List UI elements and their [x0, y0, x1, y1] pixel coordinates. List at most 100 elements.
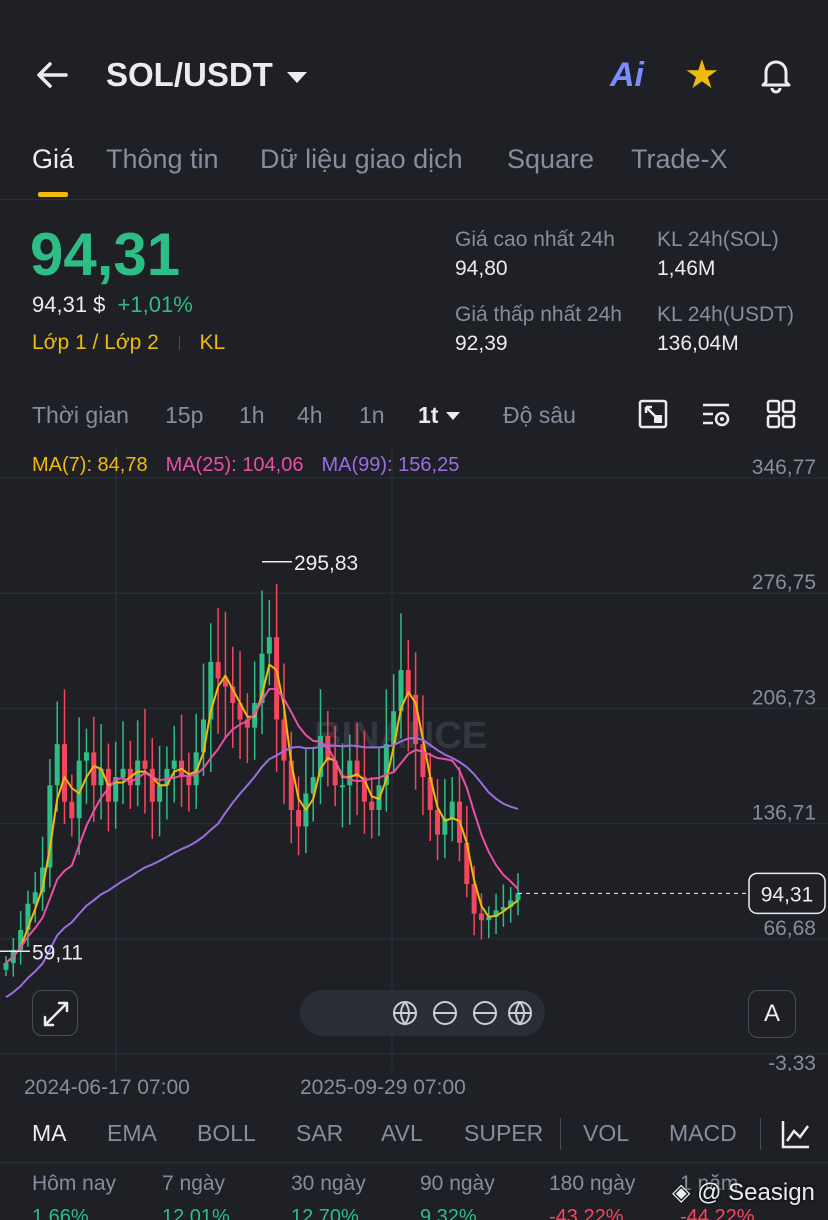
- indicator-avl[interactable]: AVL: [381, 1120, 423, 1147]
- indicator-super[interactable]: SUPER: [464, 1120, 543, 1147]
- x-axis-label-mid: 2025-09-29 07:00: [300, 1076, 466, 1099]
- timeframe-1h[interactable]: 1h: [239, 402, 265, 429]
- indicator-boll[interactable]: BOLL: [197, 1120, 256, 1147]
- perf-30d-label: 30 ngày: [291, 1172, 366, 1195]
- candle-body: [449, 801, 455, 819]
- pair-selector[interactable]: SOL/USDT: [106, 56, 307, 94]
- low-24h-label: Giá thấp nhất 24h: [455, 303, 622, 326]
- indicator-vol[interactable]: VOL: [583, 1120, 629, 1147]
- chart-tool-strip[interactable]: [300, 990, 545, 1036]
- indicator-macd[interactable]: MACD: [669, 1120, 737, 1147]
- candle-body: [142, 760, 148, 769]
- timeframe-4h[interactable]: 4h: [297, 402, 323, 429]
- auto-scale-button[interactable]: A: [748, 990, 796, 1038]
- chevron-down-icon: [446, 411, 461, 420]
- tab-trade-x[interactable]: Trade-X: [631, 144, 728, 175]
- back-arrow-icon[interactable]: [32, 55, 72, 95]
- candle-body: [515, 893, 521, 901]
- tab-square[interactable]: Square: [507, 144, 594, 175]
- timeframe-time[interactable]: Thời gian: [32, 402, 129, 429]
- candle-body: [171, 760, 177, 769]
- pair-name: SOL/USDT: [106, 56, 273, 93]
- price-change: +1,01%: [117, 292, 193, 317]
- tab-price[interactable]: Giá: [32, 144, 74, 175]
- vol-sol-label: KL 24h(SOL): [657, 228, 779, 251]
- perf-1y-value: -44,22%: [680, 1206, 755, 1220]
- timeframe-1month-label: 1t: [418, 402, 439, 428]
- candle-body: [83, 752, 89, 761]
- vol-usdt-label: KL 24h(USDT): [657, 303, 794, 326]
- candles: [3, 583, 521, 977]
- y-axis-label: 206,73: [752, 686, 816, 709]
- high-24h-value: 94,80: [455, 257, 508, 280]
- y-axis-label: 136,71: [752, 802, 816, 825]
- indicator-sar[interactable]: SAR: [296, 1120, 343, 1147]
- chart-settings-icon[interactable]: [700, 398, 732, 430]
- candle-body: [405, 670, 411, 695]
- ma25-legend: MA(25): 104,06: [165, 454, 304, 476]
- star-icon[interactable]: ★: [684, 52, 720, 98]
- perf-90d-label: 90 ngày: [420, 1172, 495, 1195]
- candle-body: [157, 785, 163, 802]
- candle-body: [369, 801, 375, 810]
- perf-180d-value: -43,22%: [549, 1206, 624, 1220]
- candle-body: [347, 760, 353, 786]
- tab-info[interactable]: Thông tin: [106, 144, 219, 175]
- ai-icon[interactable]: Ai: [610, 56, 644, 95]
- ma7-legend: MA(7): 84,78: [32, 454, 148, 476]
- tag-divider: [178, 336, 180, 351]
- main-tabs: Giá Thông tin Dữ liệu giao dịch Square T…: [0, 140, 828, 200]
- bell-icon[interactable]: [756, 54, 796, 94]
- candle-body: [435, 809, 441, 835]
- high-24h-label: Giá cao nhất 24h: [455, 228, 615, 251]
- layer-tag[interactable]: Lớp 1 / Lớp 2: [32, 331, 159, 354]
- section-divider: [0, 1162, 828, 1163]
- candlestick-chart[interactable]: BINANCE 346,77276,75206,73136,7166,68-3,…: [0, 446, 828, 1071]
- candle-body: [215, 661, 221, 679]
- y-axis-label: 66,68: [763, 917, 816, 940]
- fiat-price-row: 94,31 $ +1,01%: [32, 292, 193, 318]
- candle-body: [149, 768, 155, 802]
- perf-today-value: 1,66%: [32, 1206, 89, 1220]
- expand-chart-button[interactable]: [32, 990, 78, 1036]
- y-axis-label: -3,33: [768, 1052, 816, 1071]
- indicator-settings-icon[interactable]: [780, 1118, 812, 1150]
- y-axis-labels: 346,77 276,75 206,73 136,71 66,68 -3,33: [752, 456, 816, 1071]
- timeframe-depth[interactable]: Độ sâu: [503, 402, 576, 429]
- candle-body: [266, 637, 272, 654]
- chart-grid: [0, 446, 828, 1071]
- tab-trading-data[interactable]: Dữ liệu giao dịch: [260, 144, 463, 175]
- perf-180d-label: 180 ngày: [549, 1172, 636, 1195]
- perf-today-label: Hôm nay: [32, 1172, 117, 1195]
- perf-7d-label: 7 ngày: [162, 1172, 226, 1195]
- x-axis-label-start: 2024-06-17 07:00: [24, 1076, 190, 1099]
- binance-logo-icon: ◈: [672, 1179, 691, 1206]
- timeframe-1d[interactable]: 1n: [359, 402, 385, 429]
- y-axis-label: 346,77: [752, 456, 816, 479]
- low-marker-label: 59,11: [32, 941, 83, 964]
- chevron-down-icon: [286, 71, 307, 83]
- candle-body: [120, 768, 126, 778]
- high-marker-label: 295,83: [294, 552, 358, 575]
- current-price-label: 94,31: [761, 883, 814, 906]
- perf-7d-value: 12,01%: [162, 1206, 230, 1220]
- kl-tag[interactable]: KL: [199, 331, 225, 354]
- timeframe-1month[interactable]: 1t: [418, 402, 461, 429]
- candle-body: [296, 809, 302, 827]
- candle-body: [3, 962, 9, 970]
- active-tab-indicator: [38, 192, 68, 197]
- candle-body: [186, 777, 192, 786]
- last-price: 94,31: [30, 221, 181, 288]
- indicator-divider-2: [760, 1118, 761, 1150]
- user-watermark-text: @ Seasign: [697, 1179, 815, 1206]
- grid-layout-icon[interactable]: [765, 398, 797, 430]
- perf-30d-value: 12,70%: [291, 1206, 359, 1220]
- perf-90d-value: 9,32%: [420, 1206, 477, 1220]
- ma99-legend: MA(99): 156,25: [321, 454, 460, 476]
- expand-arrows-icon: [43, 1001, 69, 1027]
- timeframe-15m[interactable]: 15p: [165, 402, 203, 429]
- indicator-ema[interactable]: EMA: [107, 1120, 157, 1147]
- indicator-ma[interactable]: MA: [32, 1120, 67, 1147]
- y-axis-label: 276,75: [752, 571, 816, 594]
- fullscreen-chart-icon[interactable]: [637, 398, 669, 430]
